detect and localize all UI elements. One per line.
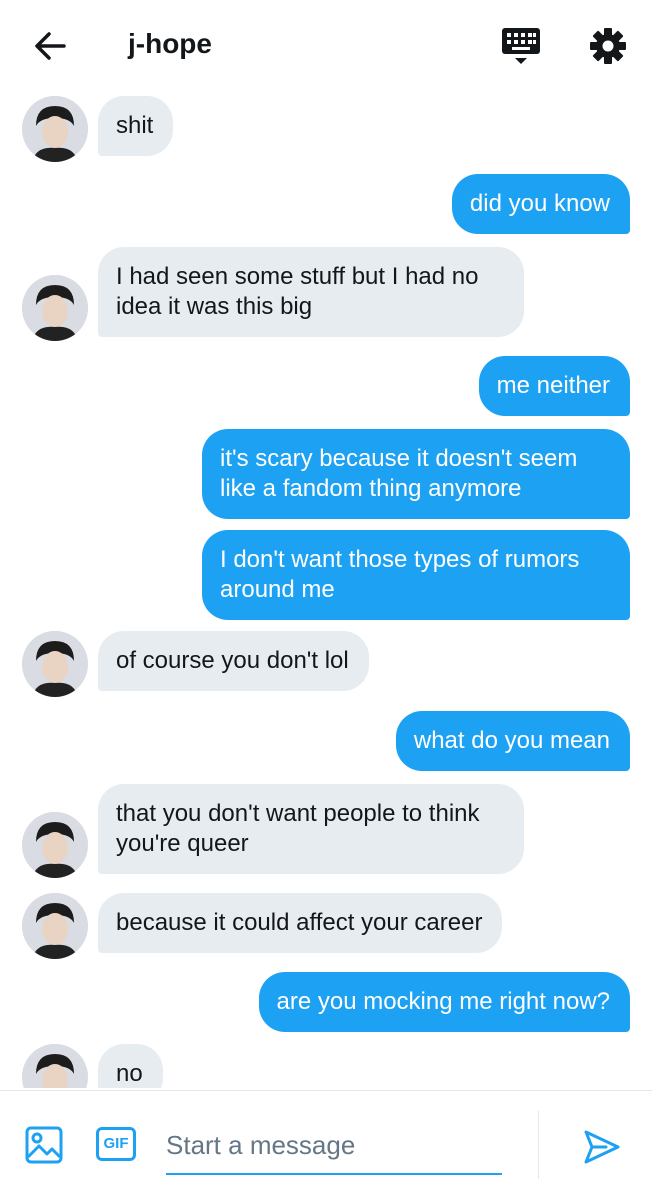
avatar[interactable] (22, 96, 88, 162)
message-row-incoming: that you don't want people to think you'… (0, 784, 652, 878)
conversation-header: j-hope (0, 0, 652, 92)
message-row-incoming: no (0, 1044, 652, 1088)
message-thread[interactable]: shit did you know I had seen some stuff … (0, 92, 652, 1088)
keyboard-shortcuts-button[interactable] (500, 24, 542, 68)
message-bubble-incoming[interactable]: that you don't want people to think you'… (98, 784, 524, 874)
message-bubble-outgoing[interactable]: I don't want those types of rumors aroun… (202, 530, 630, 620)
gear-icon (590, 28, 626, 64)
image-icon (25, 1126, 63, 1164)
send-icon (584, 1130, 620, 1164)
message-composer: GIF (0, 1090, 652, 1201)
message-bubble-incoming[interactable]: of course you don't lol (98, 631, 369, 691)
gif-button[interactable]: GIF (96, 1127, 136, 1161)
conversation-title: j-hope (128, 28, 212, 59)
message-row-incoming: of course you don't lol (0, 631, 652, 697)
settings-button[interactable] (588, 26, 628, 66)
arrow-left-icon (35, 32, 66, 60)
message-row-outgoing: did you know (0, 174, 652, 238)
add-image-button[interactable] (24, 1125, 64, 1165)
avatar[interactable] (22, 275, 88, 341)
message-row-incoming: I had seen some stuff but I had no idea … (0, 247, 652, 341)
keyboard-icon (502, 28, 540, 64)
message-bubble-incoming[interactable]: shit (98, 96, 174, 156)
avatar[interactable] (22, 812, 88, 878)
avatar[interactable] (22, 893, 88, 959)
composer-divider (538, 1111, 539, 1179)
message-row-outgoing: I don't want those types of rumors aroun… (0, 530, 652, 624)
back-button[interactable] (30, 26, 70, 66)
avatar[interactable] (22, 631, 88, 697)
message-bubble-outgoing[interactable]: me neither (478, 356, 630, 416)
message-bubble-outgoing[interactable]: what do you mean (395, 711, 630, 771)
message-row-outgoing: what do you mean (0, 711, 652, 775)
message-bubble-incoming[interactable]: I had seen some stuff but I had no idea … (98, 247, 524, 337)
message-row-incoming: shit (0, 96, 652, 162)
send-button[interactable] (582, 1127, 622, 1167)
message-input[interactable] (166, 1117, 502, 1175)
message-bubble-outgoing[interactable]: it's scary because it doesn't seem like … (202, 429, 630, 519)
message-row-outgoing: it's scary because it doesn't seem like … (0, 429, 652, 523)
message-row-outgoing: me neither (0, 356, 652, 420)
message-bubble-outgoing[interactable]: did you know (451, 174, 630, 234)
message-bubble-incoming[interactable]: because it could affect your career (98, 893, 503, 953)
avatar[interactable] (22, 1044, 88, 1088)
message-bubble-outgoing[interactable]: are you mocking me right now? (258, 972, 630, 1032)
message-bubble-incoming[interactable]: no (98, 1044, 163, 1088)
message-row-incoming: because it could affect your career (0, 893, 652, 959)
message-row-outgoing: are you mocking me right now? (0, 972, 652, 1036)
